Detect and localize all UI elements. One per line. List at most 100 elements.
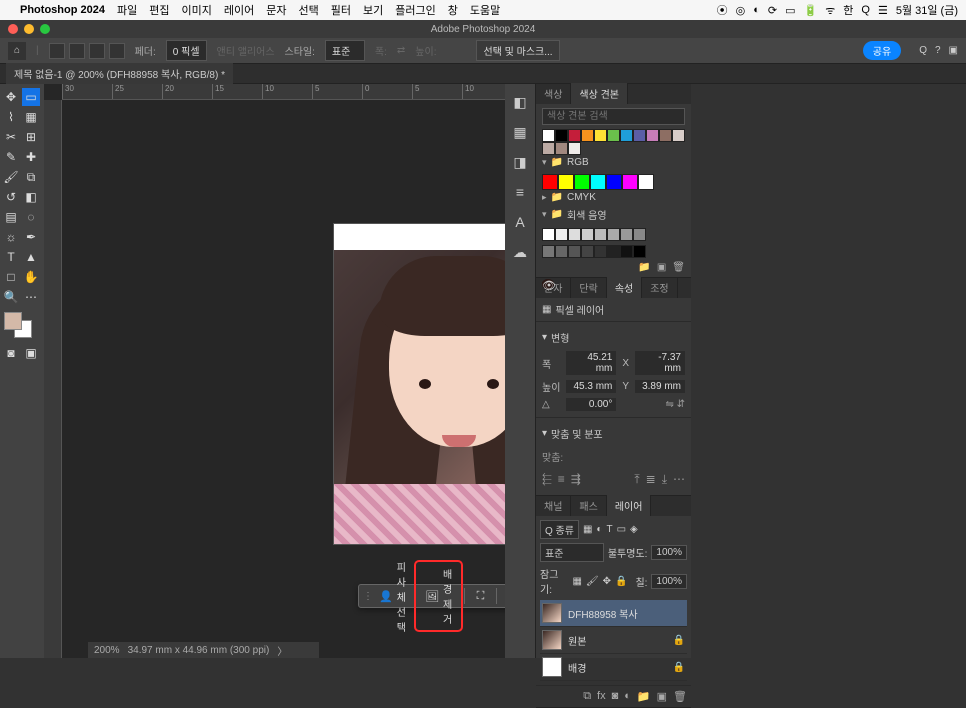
tab-layers[interactable]: 레이어 <box>607 495 652 516</box>
layer-name[interactable]: 배경 <box>568 660 667 675</box>
folder-cmyk[interactable]: ▸📁CMYK <box>542 190 685 205</box>
folder-rgb[interactable]: ▾📁RGB <box>542 155 685 170</box>
help-icon[interactable]: ? <box>935 45 941 56</box>
layer-thumb[interactable] <box>542 630 562 650</box>
swatch-new-icon[interactable]: ▣ <box>657 262 666 273</box>
layer-row[interactable]: 👁 배경 🔒 <box>540 654 687 681</box>
tool-type[interactable]: T <box>2 248 20 266</box>
swatch[interactable] <box>620 129 633 142</box>
width-field[interactable]: 45.21 mm <box>566 351 616 375</box>
swatch-trash-icon[interactable]: 🗑 <box>672 262 685 273</box>
tool-quickmask[interactable]: ◙ <box>2 344 20 362</box>
layer-thumb[interactable] <box>542 603 562 623</box>
height-field[interactable]: 45.3 mm <box>566 380 616 393</box>
tab-color[interactable]: 색상 <box>536 83 571 104</box>
swatch-search-input[interactable] <box>542 108 685 125</box>
layer-thumb[interactable] <box>542 657 562 677</box>
swatch[interactable] <box>568 228 581 241</box>
layer-group-icon[interactable]: 📁 <box>637 690 651 703</box>
tray-screen-icon[interactable]: ▭ <box>785 4 795 17</box>
tray-icon-3[interactable]: ⟳ <box>768 4 777 17</box>
ctx-adjust-button[interactable]: ◐ <box>501 587 505 605</box>
align-bottom-icon[interactable]: ⤓ <box>662 472 667 487</box>
swatch[interactable] <box>620 228 633 241</box>
tray-icon-2[interactable]: ◐ <box>753 4 760 16</box>
layer-row[interactable]: 👁 원본 🔒 <box>540 627 687 654</box>
canvas-area[interactable]: 3025201510505101520253035404550556065707… <box>44 84 505 658</box>
menu-layer[interactable]: 레이어 <box>224 2 254 18</box>
tool-hand[interactable]: ✋ <box>22 268 40 286</box>
document-tab[interactable]: 제목 없음-1 @ 200% (DFH88958 복사, RGB/8) * <box>6 63 233 84</box>
layer-name[interactable]: 원본 <box>568 633 667 648</box>
swatch[interactable] <box>568 129 581 142</box>
ctx-transform-button[interactable]: ⛶ <box>469 587 493 606</box>
flip-h-icon[interactable]: ⇋ <box>665 399 673 410</box>
dock-color-icon[interactable]: ◧ <box>510 92 530 112</box>
swatch[interactable] <box>672 129 685 142</box>
layer-mask-icon[interactable]: ◙ <box>612 690 619 703</box>
style-select[interactable]: 표준 <box>325 40 365 61</box>
tool-eraser[interactable]: ◧ <box>22 188 40 206</box>
swatch[interactable] <box>542 129 555 142</box>
align-right-icon[interactable]: ⇶ <box>571 472 581 487</box>
swatch[interactable] <box>594 228 607 241</box>
layer-filter-kind[interactable]: Q 종류 <box>540 520 579 539</box>
swatch[interactable] <box>594 245 607 258</box>
lock-paint-icon[interactable]: 🖌 <box>586 576 599 587</box>
swatch[interactable] <box>568 142 581 155</box>
swatch[interactable] <box>607 245 620 258</box>
swatch[interactable] <box>581 129 594 142</box>
blend-mode-select[interactable]: 표준 <box>540 543 604 562</box>
select-and-mask-button[interactable]: 선택 및 마스크... <box>476 40 559 61</box>
swatch[interactable] <box>574 174 590 190</box>
layer-fx-icon[interactable]: fx <box>597 690 606 703</box>
lock-pos-icon[interactable]: ✥ <box>603 576 611 587</box>
menu-help[interactable]: 도움말 <box>470 2 500 18</box>
tool-crop[interactable]: ✂ <box>2 128 20 146</box>
remove-background-button[interactable]: 🖼 배경 제거 <box>417 563 460 629</box>
menu-select[interactable]: 선택 <box>298 2 318 18</box>
tool-eyedropper[interactable]: ✎ <box>2 148 20 166</box>
fill-field[interactable]: 100% <box>651 574 687 589</box>
tool-marquee[interactable]: ▭ <box>22 88 40 106</box>
swatch[interactable] <box>638 174 654 190</box>
workspace-icon[interactable]: ▣ <box>949 45 958 56</box>
layer-row[interactable]: 👁 DFH88958 복사 <box>540 600 687 627</box>
swatch[interactable] <box>633 245 646 258</box>
tab-channels[interactable]: 채널 <box>536 495 571 516</box>
swatch[interactable] <box>607 129 620 142</box>
tab-swatches[interactable]: 색상 견본 <box>571 83 628 104</box>
selection-subtract-icon[interactable] <box>89 43 105 59</box>
swatch[interactable] <box>633 228 646 241</box>
dock-swatches-icon[interactable]: ▦ <box>510 122 530 142</box>
lock-all-icon[interactable]: 🔒 <box>615 576 627 587</box>
tool-more[interactable]: ⋯ <box>22 288 40 306</box>
tool-dodge[interactable]: ☼ <box>2 228 20 246</box>
tab-properties[interactable]: 속성 <box>607 277 642 298</box>
layer-adjust-icon[interactable]: ◐ <box>624 690 631 703</box>
x-field[interactable]: -7.37 mm <box>635 351 685 375</box>
tray-wifi-icon[interactable]: ᯤ <box>825 3 835 18</box>
menu-plugins[interactable]: 플러그인 <box>395 2 435 18</box>
tool-heal[interactable]: ✚ <box>22 148 40 166</box>
tool-lasso[interactable]: ⌇ <box>2 108 20 126</box>
align-more-icon[interactable]: ⋯ <box>673 472 685 487</box>
swatch[interactable] <box>555 142 568 155</box>
align-vcenter-icon[interactable]: ≣ <box>646 472 656 487</box>
tool-zoom[interactable]: 🔍 <box>2 288 20 306</box>
tool-move[interactable]: ✥ <box>2 88 20 106</box>
swatch[interactable] <box>581 245 594 258</box>
swatch[interactable] <box>607 228 620 241</box>
tray-search-icon[interactable]: Q <box>861 4 870 16</box>
tool-path-select[interactable]: ▲ <box>22 248 40 266</box>
menu-file[interactable]: 파일 <box>117 2 137 18</box>
dock-char-icon[interactable]: A <box>510 212 530 232</box>
filter-shape-icon[interactable]: ▭ <box>617 524 626 535</box>
swatch[interactable] <box>590 174 606 190</box>
opacity-field[interactable]: 100% <box>651 545 687 560</box>
selection-new-icon[interactable] <box>49 43 65 59</box>
tab-paths[interactable]: 패스 <box>571 495 606 516</box>
swatch[interactable] <box>568 245 581 258</box>
search-icon[interactable]: Q <box>919 45 927 56</box>
tool-object-select[interactable]: ▦ <box>22 108 40 126</box>
